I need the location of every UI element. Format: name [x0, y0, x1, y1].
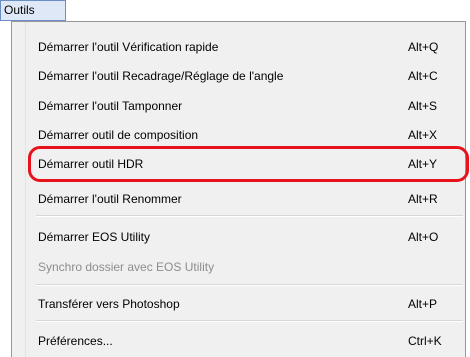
menu-item-label: Démarrer outil HDR [38, 157, 144, 171]
menu-item-shortcut: Alt+C [408, 69, 438, 83]
menu-item-shortcut: Alt+X [408, 128, 438, 142]
menu-separator [36, 215, 463, 217]
menu-item-shortcut: Alt+O [408, 230, 439, 244]
menu-item-label: Démarrer outil de composition [38, 128, 199, 142]
menu-item-label: Démarrer l'outil Vérification rapide [38, 40, 219, 54]
menu-separator [36, 320, 463, 322]
menu-item-hdr[interactable]: Démarrer outil HDR Alt+Y [12, 153, 465, 175]
menu-item-label: Transférer vers Photoshop [38, 297, 180, 311]
menu-item-composition[interactable]: Démarrer outil de composition Alt+X [12, 124, 465, 146]
menu-item-shortcut: Alt+R [408, 192, 438, 206]
menu-item-preferences[interactable]: Préférences... Ctrl+K [12, 330, 465, 352]
menu-item-shortcut: Ctrl+K [408, 334, 442, 348]
menu-item-verification-rapide[interactable]: Démarrer l'outil Vérification rapide Alt… [12, 36, 465, 58]
menu-item-tamponner[interactable]: Démarrer l'outil Tamponner Alt+S [12, 95, 465, 117]
menu-item-eos-utility[interactable]: Démarrer EOS Utility Alt+O [12, 226, 465, 248]
outils-dropdown-menu: Démarrer l'outil Vérification rapide Alt… [11, 21, 466, 357]
menu-outils[interactable]: Outils [0, 0, 66, 21]
menu-item-synchro-dossier: Synchro dossier avec EOS Utility [12, 256, 465, 278]
menu-item-label: Démarrer l'outil Recadrage/Réglage de l'… [38, 69, 284, 83]
menu-item-shortcut: Alt+S [408, 99, 438, 113]
menu-item-shortcut: Alt+Q [408, 40, 439, 54]
menu-separator [36, 284, 463, 286]
menu-separator [36, 180, 463, 182]
menu-item-label: Synchro dossier avec EOS Utility [38, 260, 215, 274]
menu-item-label: Démarrer EOS Utility [38, 230, 151, 244]
menu-item-renommer[interactable]: Démarrer l'outil Renommer Alt+R [12, 188, 465, 210]
menu-item-shortcut: Alt+Y [408, 157, 438, 171]
menu-item-shortcut: Alt+P [408, 297, 438, 311]
menu-item-recadrage[interactable]: Démarrer l'outil Recadrage/Réglage de l'… [12, 65, 465, 87]
menu-item-label: Démarrer l'outil Tamponner [38, 99, 183, 113]
menu-item-label: Préférences... [38, 334, 113, 348]
menu-item-photoshop[interactable]: Transférer vers Photoshop Alt+P [12, 293, 465, 315]
menu-item-label: Démarrer l'outil Renommer [38, 192, 182, 206]
